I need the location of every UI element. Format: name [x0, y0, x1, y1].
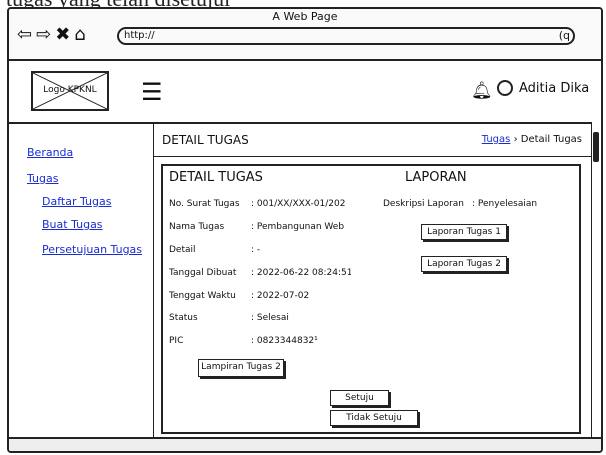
- sidebar-item-persetujuan-tugas[interactable]: Persetujuan Tugas: [42, 243, 142, 256]
- sidebar-item-buat-tugas[interactable]: Buat Tugas: [42, 218, 103, 231]
- sidebar-item-tugas[interactable]: Tugas: [27, 172, 58, 185]
- hamburger-menu-icon[interactable]: ☰: [141, 80, 163, 104]
- field-label: No. Surat Tugas: [169, 199, 240, 209]
- breadcrumb: Tugas › Detail Tugas: [482, 134, 582, 145]
- logo-text: Logo KPKNL: [43, 85, 97, 95]
- field-label: Detail: [169, 245, 196, 255]
- report-desc-value: : Penyelesaian: [472, 199, 538, 209]
- field-value: : Selesai: [251, 313, 289, 323]
- address-bar[interactable]: http:// (q: [117, 27, 575, 45]
- detail-heading: DETAIL TUGAS: [169, 170, 263, 185]
- status-bar: [9, 437, 601, 451]
- user-menu[interactable]: Aditia Dika: [497, 80, 589, 96]
- breadcrumb-separator-icon: ›: [513, 134, 518, 145]
- browser-nav: ⇦ ⇨ ✖ ⌂: [17, 24, 86, 46]
- home-icon[interactable]: ⌂: [74, 25, 85, 45]
- report-heading: LAPORAN: [405, 170, 467, 185]
- field-label: Tenggat Waktu: [169, 291, 236, 301]
- reject-button[interactable]: Tidak Setuju: [330, 410, 418, 426]
- field-value: : 2022-06-22 08:24:51: [251, 268, 351, 278]
- sidebar: Beranda Tugas Daftar Tugas Buat Tugas Pe…: [9, 122, 154, 445]
- report-2-button[interactable]: Laporan Tugas 2: [421, 256, 507, 272]
- field-label: Tanggal Dibuat: [169, 268, 237, 278]
- sidebar-item-beranda[interactable]: Beranda: [27, 146, 73, 159]
- window-title: A Web Page: [272, 10, 338, 23]
- search-icon[interactable]: (q: [559, 29, 570, 43]
- divider: [154, 156, 594, 157]
- app-header: Logo KPKNL ☰ 🔔︎ Aditia Dika: [9, 59, 601, 124]
- field-value: : 2022-07-02: [251, 291, 310, 301]
- close-icon[interactable]: ✖: [55, 25, 70, 45]
- forward-icon[interactable]: ⇨: [36, 25, 51, 45]
- url-text: http://: [124, 30, 155, 41]
- report-desc-label: Deskripsi Laporan: [383, 199, 464, 209]
- vertical-scrollbar[interactable]: [591, 122, 601, 445]
- logo: Logo KPKNL: [31, 71, 109, 111]
- field-label: Status: [169, 313, 198, 323]
- user-name: Aditia Dika: [519, 80, 590, 96]
- breadcrumb-tugas-link[interactable]: Tugas: [482, 134, 511, 145]
- field-value: : 001/XX/XXX-01/202: [251, 199, 346, 209]
- field-label: Nama Tugas: [169, 222, 225, 232]
- breadcrumb-current: Detail Tugas: [520, 134, 582, 145]
- field-value: : -: [251, 245, 261, 255]
- main-content: DETAIL TUGAS Tugas › Detail Tugas DETAIL…: [154, 122, 594, 445]
- attachment-button[interactable]: Lampiran Tugas 2: [198, 359, 284, 377]
- field-value: : 0823344832¹: [251, 336, 318, 346]
- approve-button[interactable]: Setuju: [330, 390, 389, 406]
- back-icon[interactable]: ⇦: [17, 25, 32, 45]
- page-title: DETAIL TUGAS: [162, 133, 249, 147]
- field-value: : Pembangunan Web: [251, 222, 345, 232]
- avatar-icon: [497, 80, 513, 96]
- browser-window: A Web Page ⇦ ⇨ ✖ ⌂ http:// (q Logo KPKNL…: [7, 7, 603, 453]
- field-label: PIC: [169, 336, 184, 346]
- report-1-button[interactable]: Laporan Tugas 1: [421, 224, 507, 240]
- bell-icon[interactable]: 🔔︎: [471, 81, 493, 101]
- detail-panel: DETAIL TUGAS LAPORAN No. Surat Tugas : 0…: [161, 164, 581, 434]
- scrollbar-thumb[interactable]: [593, 132, 599, 162]
- sidebar-item-daftar-tugas[interactable]: Daftar Tugas: [42, 195, 111, 208]
- browser-titlebar: A Web Page ⇦ ⇨ ✖ ⌂ http:// (q: [9, 9, 601, 61]
